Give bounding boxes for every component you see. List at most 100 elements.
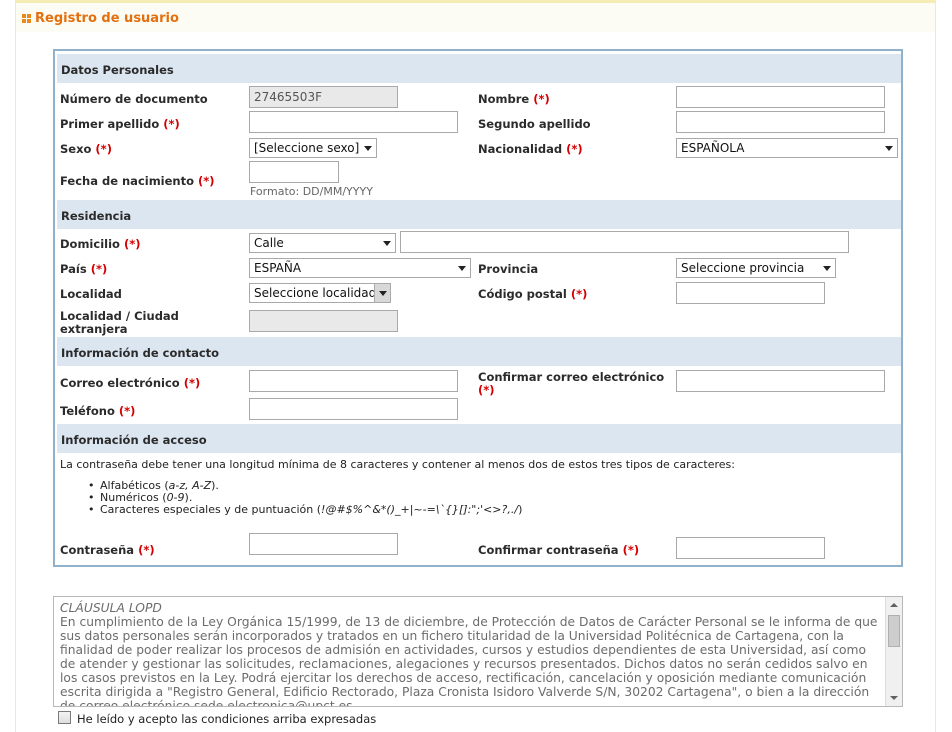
fecha-input[interactable]	[249, 161, 339, 183]
lopd-scrollbar[interactable]	[885, 597, 902, 706]
provincia-select-value: Seleccione provincia	[681, 261, 805, 275]
nombre-input[interactable]	[676, 86, 885, 108]
page-title: Registro de usuario	[35, 11, 179, 26]
lopd-title: CLÁUSULA LOPD	[60, 601, 162, 615]
sexo-select-value: [Seleccione sexo]	[254, 141, 360, 155]
chevron-down-icon	[458, 266, 466, 271]
password-rules-list: Alfabéticos (a-z, A-Z). Numéricos (0-9).…	[88, 479, 523, 517]
password-label-text: Contraseña	[60, 543, 135, 557]
provincia-select[interactable]: Seleccione provincia	[676, 258, 836, 278]
telefono-label: Teléfono (*)	[60, 404, 135, 418]
section-residence: Residencia	[57, 200, 901, 229]
confirmar-correo-input[interactable]	[676, 370, 885, 392]
accept-label[interactable]: He leído y acepto las condiciones arriba…	[77, 712, 376, 726]
localidad-select[interactable]: Seleccione localidad	[249, 283, 391, 303]
required-mark: (*)	[566, 142, 583, 156]
segundo-apellido-input[interactable]	[676, 111, 885, 133]
pais-label-text: País	[60, 262, 87, 276]
section-personal: Datos Personales	[57, 54, 901, 83]
domicilio-label-text: Domicilio	[60, 237, 120, 251]
correo-input[interactable]	[249, 370, 458, 392]
required-mark: (*)	[123, 237, 141, 251]
chevron-down-icon	[374, 284, 390, 302]
chevron-down-icon	[823, 266, 831, 271]
required-mark: (*)	[622, 543, 640, 557]
scroll-thumb[interactable]	[888, 615, 900, 647]
pais-select[interactable]: ESPAÑA	[249, 258, 471, 278]
nacionalidad-select-value: ESPAÑOLA	[681, 141, 745, 155]
telefono-label-text: Teléfono	[60, 404, 115, 418]
primer-apellido-label: Primer apellido (*)	[60, 117, 180, 131]
codigo-postal-input[interactable]	[676, 282, 825, 304]
nombre-label-text: Nombre	[478, 92, 530, 106]
required-mark: (*)	[163, 117, 180, 131]
domicilio-label: Domicilio (*)	[60, 237, 140, 251]
scroll-up-icon[interactable]	[886, 597, 902, 613]
required-mark: (*)	[183, 376, 201, 390]
list-item: Caracteres especiales y de puntuación (!…	[88, 503, 523, 517]
registration-page: Registro de usuario Datos Personales Núm…	[0, 0, 952, 732]
doc-number-field: 27465503F	[249, 86, 398, 108]
grid-icon	[22, 14, 31, 23]
password-rules-intro: La contraseña debe tener una longitud mí…	[60, 458, 735, 471]
domicilio-input[interactable]	[400, 231, 849, 253]
rule-text: Caracteres especiales y de puntuación (	[100, 503, 322, 516]
fecha-label-text: Fecha de nacimiento	[60, 174, 195, 188]
lopd-textarea[interactable]: CLÁUSULA LOPD En cumplimiento de la Ley …	[53, 596, 903, 707]
chevron-down-icon	[885, 146, 893, 151]
chevron-down-icon	[364, 146, 372, 151]
fecha-hint: Formato: DD/MM/YYYY	[250, 185, 373, 198]
segundo-apellido-label: Segundo apellido	[478, 117, 591, 131]
required-mark: (*)	[533, 92, 550, 106]
pais-select-value: ESPAÑA	[254, 261, 302, 275]
registration-form: Datos Personales Número de documento 274…	[53, 49, 903, 567]
nacionalidad-label-text: Nacionalidad	[478, 142, 563, 156]
confirm-password-label: Confirmar contraseña (*)	[478, 543, 639, 557]
localidad-select-value: Seleccione localidad	[254, 286, 377, 300]
required-mark: (*)	[198, 174, 215, 188]
domicilio-type-select[interactable]: Calle	[249, 233, 396, 253]
section-access: Información de acceso	[57, 424, 901, 453]
required-mark: (*)	[570, 287, 588, 301]
rule-suffix: )	[518, 503, 523, 516]
codigo-postal-label: Código postal (*)	[478, 287, 587, 301]
primer-apellido-input[interactable]	[249, 111, 458, 133]
fecha-label: Fecha de nacimiento (*)	[60, 174, 215, 188]
sexo-label: Sexo (*)	[60, 142, 112, 156]
codigo-postal-label-text: Código postal	[478, 287, 567, 301]
required-mark: (*)	[90, 262, 108, 276]
localidad-ext-input	[249, 310, 398, 332]
scroll-down-icon[interactable]	[886, 690, 902, 706]
telefono-input[interactable]	[249, 398, 458, 420]
lopd-content: CLÁUSULA LOPD En cumplimiento de la Ley …	[60, 601, 882, 707]
accept-checkbox[interactable]	[58, 711, 71, 724]
provincia-label: Provincia	[478, 262, 539, 276]
correo-label: Correo electrónico (*)	[60, 376, 200, 390]
primer-apellido-label-text: Primer apellido	[60, 117, 160, 131]
localidad-ext-label-line1: Localidad / Ciudad	[60, 309, 179, 323]
required-mark: (*)	[95, 142, 112, 156]
localidad-ext-label-line2: extranjera	[60, 322, 128, 336]
nacionalidad-label: Nacionalidad (*)	[478, 142, 583, 156]
lopd-body: En cumplimiento de la Ley Orgánica 15/19…	[60, 615, 878, 707]
nacionalidad-select[interactable]: ESPAÑOLA	[676, 138, 898, 158]
rule-example: !@#$%^&*()_+|~-=\`{}[]:";'<>?,./	[321, 503, 519, 516]
section-contact: Información de contacto	[57, 337, 901, 366]
sexo-select[interactable]: [Seleccione sexo]	[249, 138, 377, 158]
sexo-label-text: Sexo	[60, 142, 92, 156]
required-mark: (*)	[478, 383, 495, 397]
correo-label-text: Correo electrónico	[60, 376, 180, 390]
password-input[interactable]	[249, 533, 398, 555]
domicilio-type-value: Calle	[254, 236, 284, 250]
pais-label: País (*)	[60, 262, 107, 276]
required-mark: (*)	[138, 543, 155, 557]
localidad-label: Localidad	[60, 287, 122, 301]
nombre-label: Nombre (*)	[478, 92, 550, 106]
chevron-down-icon	[383, 241, 391, 246]
left-divider	[15, 0, 16, 732]
confirm-password-label-text: Confirmar contraseña	[478, 543, 619, 557]
confirmar-correo-label: Confirmar correo electrónico	[478, 370, 665, 384]
title-bar: Registro de usuario	[16, 0, 935, 32]
confirm-password-input[interactable]	[676, 537, 825, 559]
rule-suffix: ).	[211, 479, 219, 492]
